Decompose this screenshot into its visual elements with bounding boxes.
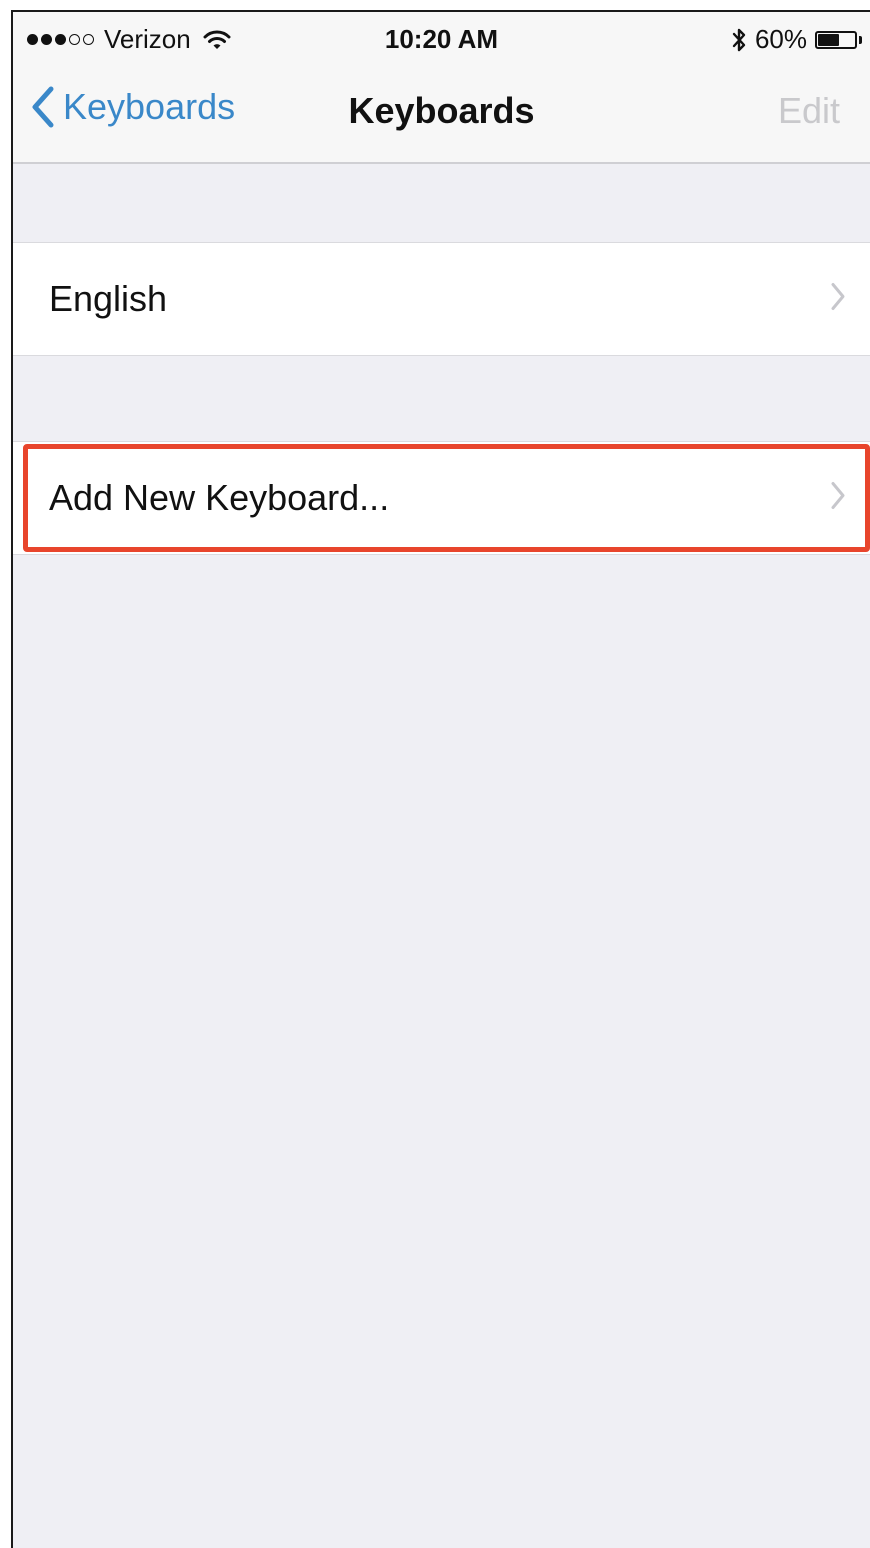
page-title: Keyboards [348,90,535,131]
battery-percent: 60% [754,24,807,54]
navigation-bar: Keyboards Keyboards Edit [13,64,870,160]
add-keyboard-section: Add New Keyboard... [13,441,870,555]
top-bars: Verizon 10:20 AM 60% Keyboards Keyboards… [13,12,870,164]
add-new-keyboard-label: Add New Keyboard... [49,477,390,518]
edit-button[interactable]: Edit [778,90,840,132]
status-bar: Verizon 10:20 AM 60% [13,12,870,62]
battery-icon [815,30,857,49]
status-right: 60% [731,24,862,55]
keyboards-list: English [13,242,870,356]
keyboard-item-english[interactable]: English [13,243,870,355]
chevron-right-icon [830,282,846,317]
chevron-right-icon [830,481,846,516]
battery-level [818,33,839,46]
battery-cap [859,35,862,44]
bluetooth-icon [731,27,747,53]
screen: Verizon 10:20 AM 60% Keyboards Keyboards… [11,10,870,1548]
keyboard-item-label: English [49,278,168,319]
add-new-keyboard-button[interactable]: Add New Keyboard... [13,442,870,554]
